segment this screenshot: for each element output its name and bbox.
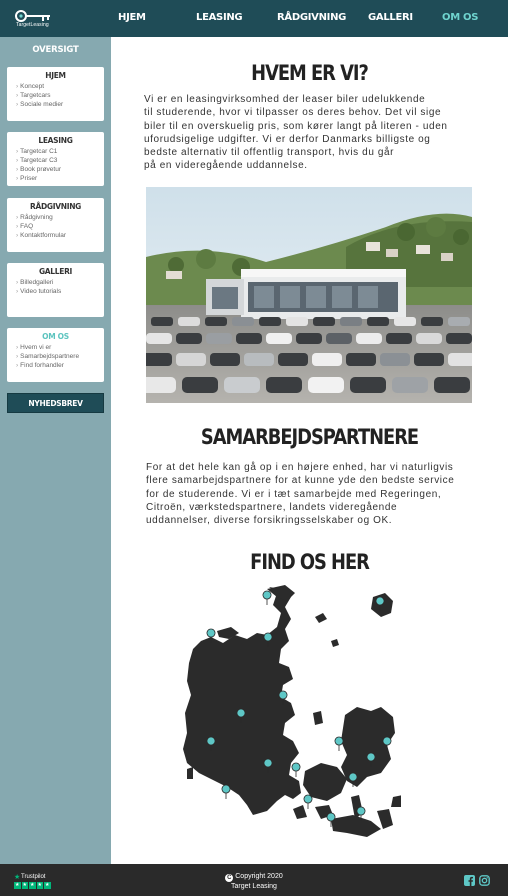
- sidebar-link-book-proevetur[interactable]: Book prøvetur: [16, 165, 104, 174]
- logo-text: TargetLeasing: [16, 22, 49, 28]
- sidebar-section-title-active[interactable]: OM OS: [7, 332, 104, 341]
- nav-link-raadgivning[interactable]: RÅDGIVNING: [277, 12, 346, 23]
- partners-line: Citroën, værkstedspartnere, landets vide…: [146, 501, 398, 513]
- sidebar-section-om-os: OM OS Hvem vi er Samarbejdspartnere Find…: [7, 328, 104, 382]
- dealership-photo: [146, 187, 472, 403]
- sidebar-section-title[interactable]: HJEM: [7, 71, 104, 80]
- sidebar: OVERSIGT HJEM Koncept Targetcars Sociale…: [0, 37, 111, 864]
- sidebar-link-video-tutorials[interactable]: Video tutorials: [16, 287, 104, 296]
- sidebar-link-raadgivning[interactable]: Rådgivning: [16, 213, 104, 222]
- heading-find-os-her: FIND OS HER: [250, 550, 370, 574]
- facebook-icon[interactable]: [464, 875, 475, 886]
- sidebar-link-hvem-vi-er[interactable]: Hvem vi er: [16, 343, 104, 352]
- about-line: uforudsigelige udgifter. Vi er derfor Da…: [144, 133, 431, 145]
- partners-line: for de studerende. Vi er i tæt samarbejd…: [146, 488, 442, 500]
- key-logo-icon: [15, 10, 50, 22]
- sidebar-section-hjem: HJEM Koncept Targetcars Sociale medier: [7, 67, 104, 121]
- sidebar-link-billedgalleri[interactable]: Billedgalleri: [16, 278, 104, 287]
- copyright-text: Copyright 2020: [235, 873, 283, 880]
- heading-hvem-er-vi: HVEM ER VI?: [251, 61, 369, 85]
- nav-link-om-os[interactable]: OM OS: [442, 12, 478, 23]
- partners-line: For at det hele kan gå op i en højere en…: [146, 462, 454, 473]
- sidebar-title: OVERSIGT: [32, 45, 79, 55]
- copyright-company: Target Leasing: [231, 883, 277, 890]
- map-pin-icon: [221, 784, 231, 800]
- map-pin-icon: [262, 590, 272, 606]
- sidebar-link-priser[interactable]: Priser: [16, 174, 104, 183]
- sidebar-link-faq[interactable]: FAQ: [16, 222, 104, 231]
- main-content: HVEM ER VI? Vi er en leasingvirksomhed d…: [111, 37, 508, 864]
- sidebar-link-samarbejdspartnere[interactable]: Samarbejdspartnere: [16, 352, 104, 361]
- sidebar-section-title[interactable]: RÅDGIVNING: [7, 202, 104, 211]
- partners-line: uddannelser, diverse forsikringsselskabe…: [146, 515, 393, 527]
- copyright-icon: C: [225, 874, 234, 882]
- sidebar-link-kontaktformular[interactable]: Kontaktformular: [16, 231, 104, 240]
- sidebar-link-sociale-medier[interactable]: Sociale medier: [16, 100, 104, 109]
- heading-samarbejdspartnere: SAMARBEJDSPARTNERE: [200, 425, 419, 449]
- footer: ★ Trustpilot ★ ★ ★ ★ ★ C Copyright 2020 T…: [0, 864, 508, 896]
- sidebar-link-targetcar-c1[interactable]: Targetcar C1: [16, 147, 104, 156]
- sidebar-section-galleri: GALLERI Billedgalleri Video tutorials: [7, 263, 104, 317]
- partners-paragraph: For at det hele kan gå op i en højere en…: [146, 461, 454, 527]
- denmark-map: [183, 585, 401, 837]
- nav-link-leasing[interactable]: LEASING: [196, 12, 243, 23]
- about-paragraph: Vi er en leasingvirksomhed der leaser bi…: [144, 93, 448, 173]
- top-navigation: TargetLeasing HJEM LEASING RÅDGIVNING GA…: [0, 0, 508, 37]
- sidebar-section-raadgivning: RÅDGIVNING Rådgivning FAQ Kontaktformula…: [7, 198, 104, 252]
- sidebar-link-targetcar-c3[interactable]: Targetcar C3: [16, 156, 104, 165]
- sidebar-link-koncept[interactable]: Koncept: [16, 82, 104, 91]
- copyright-block: C Copyright 2020 Target Leasing: [0, 872, 508, 892]
- about-line: til studerende, hvor vi tilpasser os der…: [144, 107, 442, 119]
- about-line: biler til en overskuelig pris, som kører…: [144, 120, 448, 132]
- about-line: på en videregående uddannelse.: [144, 160, 308, 172]
- sidebar-link-find-forhandler[interactable]: Find forhandler: [16, 361, 104, 370]
- about-line: Vi er en leasingvirksomhed der leaser bi…: [144, 94, 426, 105]
- nav-link-hjem[interactable]: HJEM: [118, 12, 146, 23]
- sidebar-section-title[interactable]: GALLERI: [7, 267, 104, 276]
- sidebar-section-title[interactable]: LEASING: [7, 136, 104, 145]
- newsletter-button[interactable]: NYHEDSBREV: [7, 393, 104, 413]
- instagram-icon[interactable]: [479, 875, 490, 886]
- map-pin-icon: [303, 794, 313, 810]
- sidebar-link-targetcars[interactable]: Targetcars: [16, 91, 104, 100]
- map-pin-icon: [291, 762, 301, 778]
- partners-line: flere samarbejdspartnere for at kunne yd…: [146, 475, 455, 487]
- nav-link-galleri[interactable]: GALLERI: [368, 12, 413, 23]
- about-line: bedste alternativ til offentlig transpor…: [144, 147, 395, 159]
- sidebar-section-leasing: LEASING Targetcar C1 Targetcar C3 Book p…: [7, 132, 104, 186]
- map-pin-icon: [334, 736, 344, 752]
- brand-logo[interactable]: TargetLeasing: [14, 9, 54, 29]
